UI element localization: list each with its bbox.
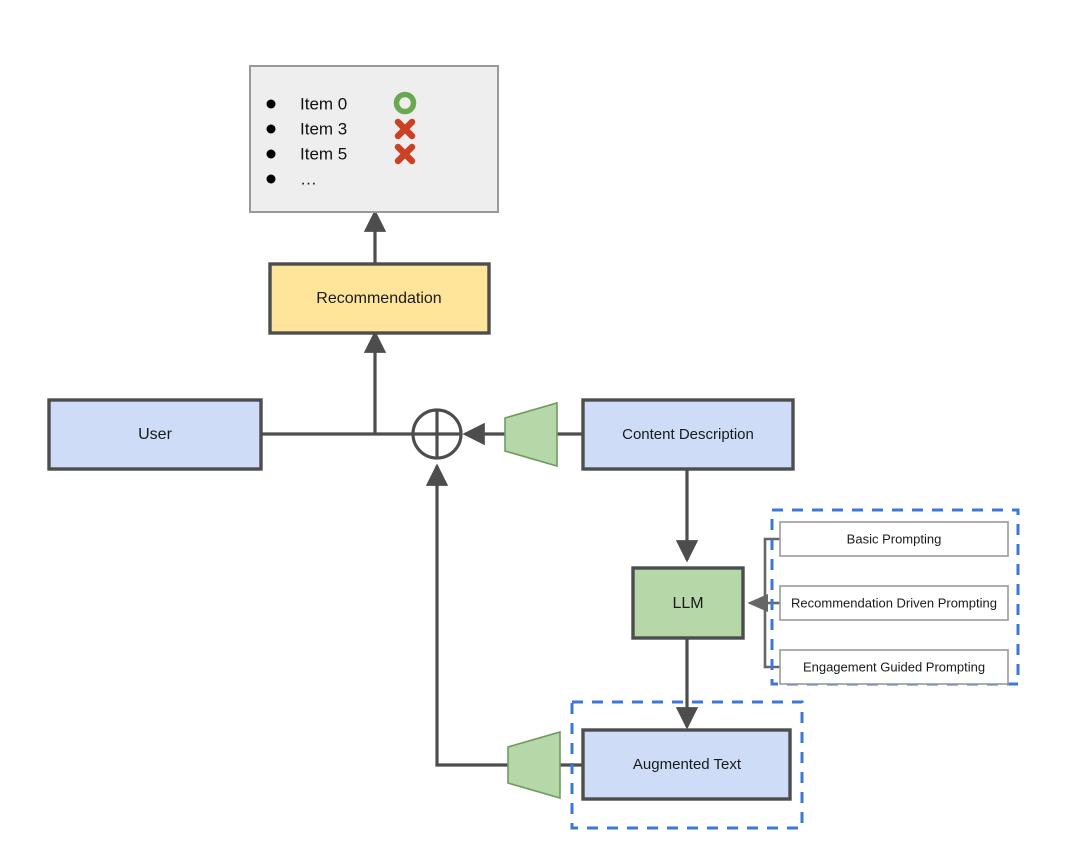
recommendation-label: Recommendation <box>316 290 441 307</box>
merge-operator-node <box>411 408 463 460</box>
augmented-text-label: Augmented Text <box>633 756 742 773</box>
content-description-label: Content Description <box>622 426 754 443</box>
content-encoder-trapezoid <box>504 401 558 468</box>
node-recommendation[interactable]: Recommendation <box>268 262 491 335</box>
diagram-canvas: Item 0 Item 3 Item 5 … Recommendation Us… <box>0 0 1080 844</box>
prompting-strategy-item[interactable]: Basic Prompting <box>779 521 1009 557</box>
list-bullet-icon <box>266 149 276 159</box>
user-label: User <box>138 426 172 443</box>
result-item-label: Item 0 <box>300 94 347 113</box>
node-content-description[interactable]: Content Description <box>581 398 795 471</box>
llm-label: LLM <box>672 595 703 612</box>
list-bullet-icon <box>266 99 276 109</box>
list-bullet-icon <box>266 124 276 134</box>
prompting-strategy-item[interactable]: Engagement Guided Prompting <box>779 649 1009 685</box>
result-item-label: Item 5 <box>300 144 347 163</box>
edge-augmented-encoder-to-merge <box>425 463 508 767</box>
augmented-text-encoder-trapezoid <box>507 730 561 800</box>
architecture-diagram: Item 0 Item 3 Item 5 … Recommendation Us… <box>47 65 1020 830</box>
recommendation-result-list: Item 0 Item 3 Item 5 … <box>249 65 499 213</box>
node-llm[interactable]: LLM <box>631 566 745 640</box>
edge-engagement-prompting-to-bus <box>763 603 780 669</box>
node-user[interactable]: User <box>47 398 263 471</box>
list-bullet-icon <box>266 174 276 184</box>
prompting-strategy-item[interactable]: Recommendation Driven Prompting <box>779 585 1009 621</box>
engagement-guided-prompting-label: Engagement Guided Prompting <box>803 659 985 674</box>
basic-prompting-label: Basic Prompting <box>847 531 942 546</box>
result-item-label: … <box>300 169 317 188</box>
recommendation-driven-prompting-label: Recommendation Driven Prompting <box>791 595 997 610</box>
result-item-label: Item 3 <box>300 119 347 138</box>
node-augmented-text[interactable]: Augmented Text <box>581 728 792 801</box>
result-list-panel <box>249 65 499 213</box>
